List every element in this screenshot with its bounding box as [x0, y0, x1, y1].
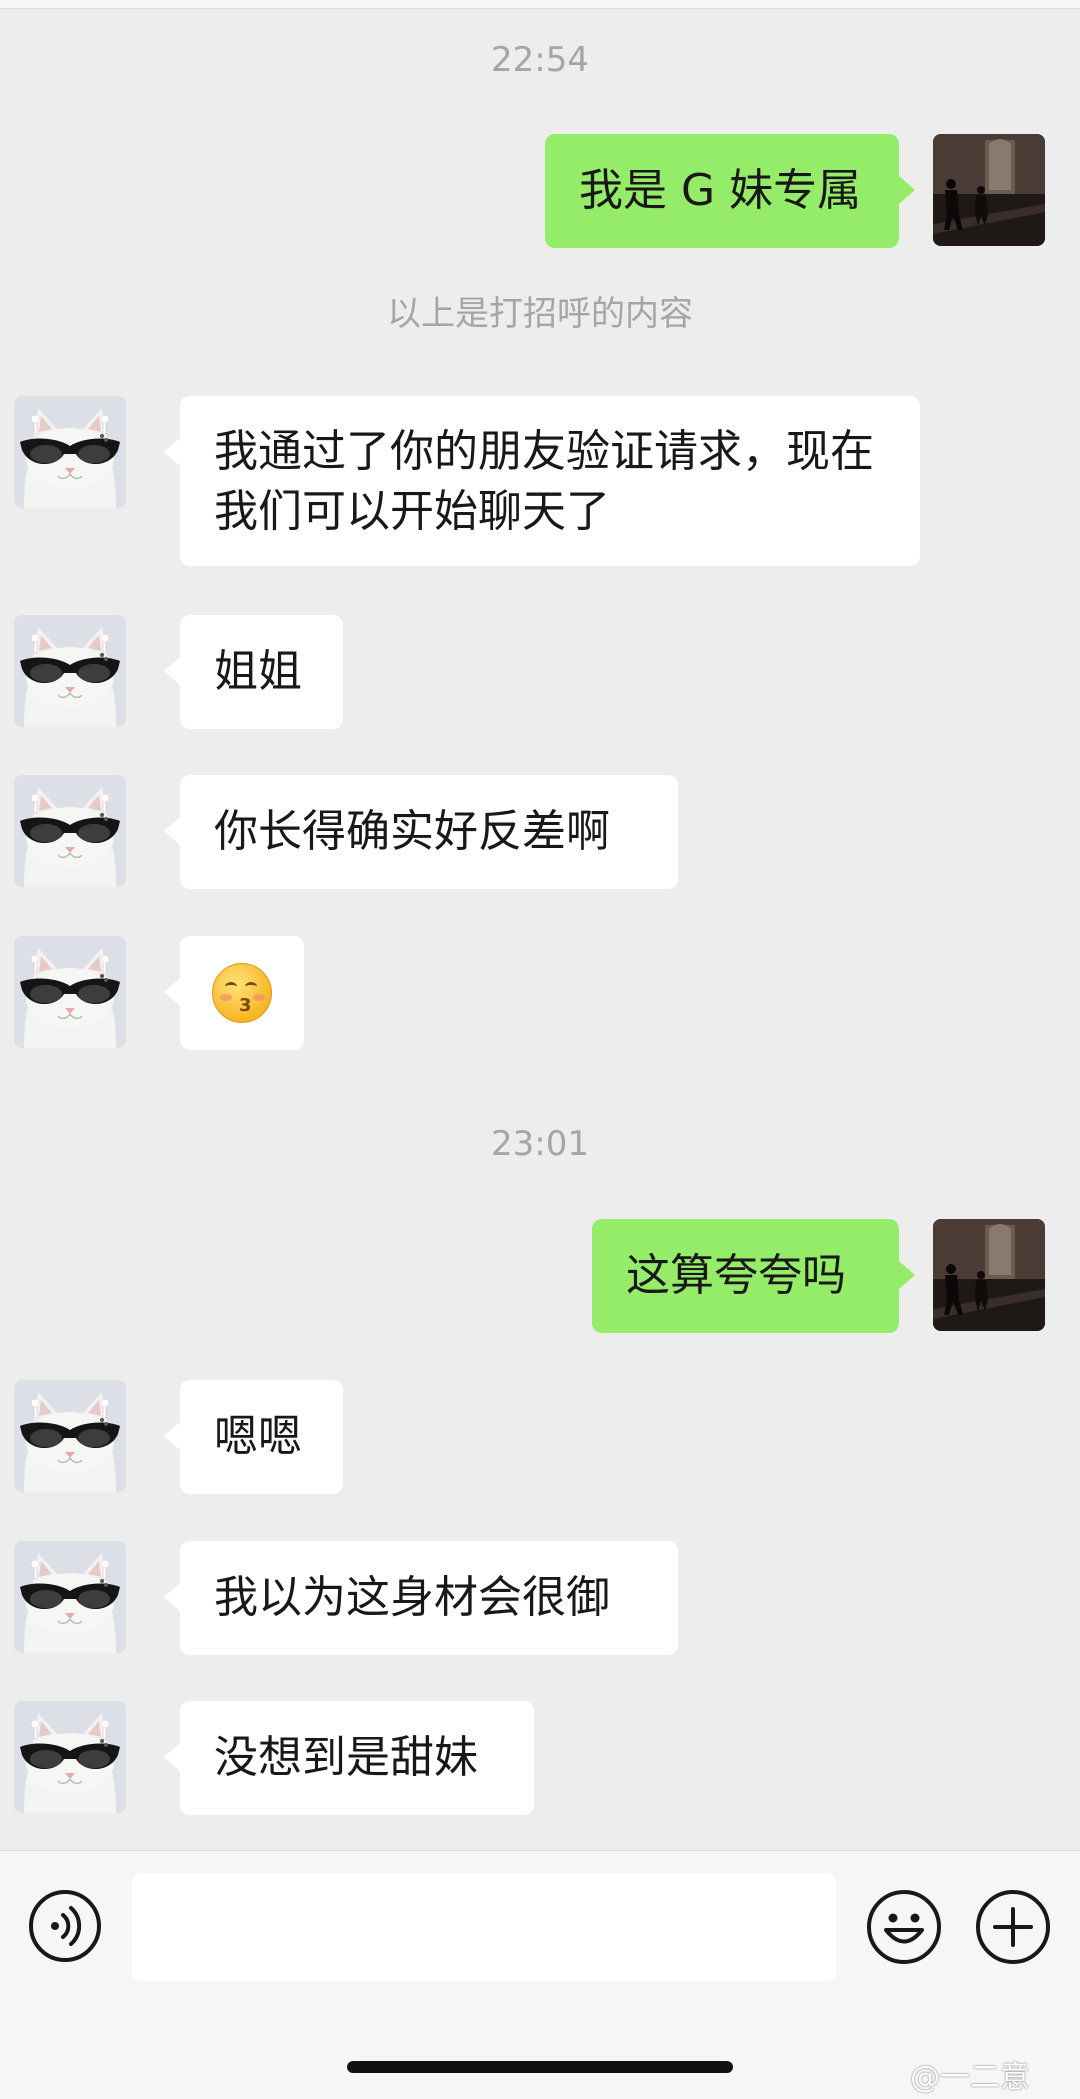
my-avatar[interactable]	[933, 134, 1045, 246]
outgoing-message-bubble[interactable]: 这算夸夸吗	[592, 1219, 915, 1333]
message-row: 姐姐	[0, 615, 1080, 729]
timestamp: 23:01	[491, 1124, 589, 1164]
message-row: 我通过了你的朋友验证请求，现在我们可以开始聊天了	[0, 396, 1080, 568]
kissing-face-emoji-icon: 3	[212, 963, 272, 1023]
contact-avatar[interactable]	[14, 1701, 126, 1813]
watermark: @一二意	[910, 2060, 1030, 2095]
incoming-message-bubble[interactable]: 没想到是甜妹	[164, 1701, 534, 1815]
contact-avatar[interactable]	[14, 775, 126, 887]
contact-avatar[interactable]	[14, 615, 126, 727]
incoming-message-bubble[interactable]: 你长得确实好反差啊	[164, 775, 678, 889]
message-text: 姐姐	[214, 646, 302, 697]
my-avatar[interactable]	[933, 1219, 1045, 1331]
contact-avatar[interactable]	[14, 396, 126, 508]
contact-avatar[interactable]	[14, 1380, 126, 1492]
incoming-message-bubble[interactable]: 姐姐	[164, 615, 343, 729]
timestamp: 22:54	[491, 40, 589, 80]
system-note: 以上是打招呼的内容	[387, 294, 693, 334]
message-text: 我是 G 妹专属	[579, 165, 862, 216]
voice-icon[interactable]	[28, 1889, 102, 1963]
plus-icon[interactable]	[975, 1889, 1051, 1965]
message-row: 嗯嗯	[0, 1380, 1080, 1494]
message-text: 我以为这身材会很御	[214, 1572, 610, 1623]
incoming-message-bubble[interactable]: 嗯嗯	[164, 1380, 343, 1494]
message-text: 这算夸夸吗	[626, 1250, 846, 1301]
message-row: 我是 G 妹专属	[0, 134, 1080, 248]
incoming-message-bubble[interactable]: 3	[164, 936, 304, 1050]
home-indicator[interactable]	[347, 2061, 733, 2073]
message-input[interactable]	[132, 1873, 836, 1981]
contact-avatar[interactable]	[14, 936, 126, 1048]
message-text: 你长得确实好反差啊	[214, 806, 610, 857]
contact-avatar[interactable]	[14, 1541, 126, 1653]
message-row: 这算夸夸吗	[0, 1219, 1080, 1333]
top-divider	[0, 0, 1080, 9]
incoming-message-bubble[interactable]: 我通过了你的朋友验证请求，现在我们可以开始聊天了	[164, 396, 920, 566]
message-row: 没想到是甜妹	[0, 1701, 1080, 1815]
message-row: 3	[0, 936, 1080, 1050]
message-text: 嗯嗯	[214, 1411, 302, 1462]
message-row: 你长得确实好反差啊	[0, 775, 1080, 889]
message-text: 没想到是甜妹	[214, 1732, 478, 1783]
outgoing-message-bubble[interactable]: 我是 G 妹专属	[545, 134, 915, 248]
smiley-icon[interactable]	[866, 1889, 942, 1965]
message-text: 我通过了你的朋友验证请求，现在我们可以开始聊天了	[214, 426, 874, 537]
incoming-message-bubble[interactable]: 我以为这身材会很御	[164, 1541, 678, 1655]
message-row: 我以为这身材会很御	[0, 1541, 1080, 1655]
